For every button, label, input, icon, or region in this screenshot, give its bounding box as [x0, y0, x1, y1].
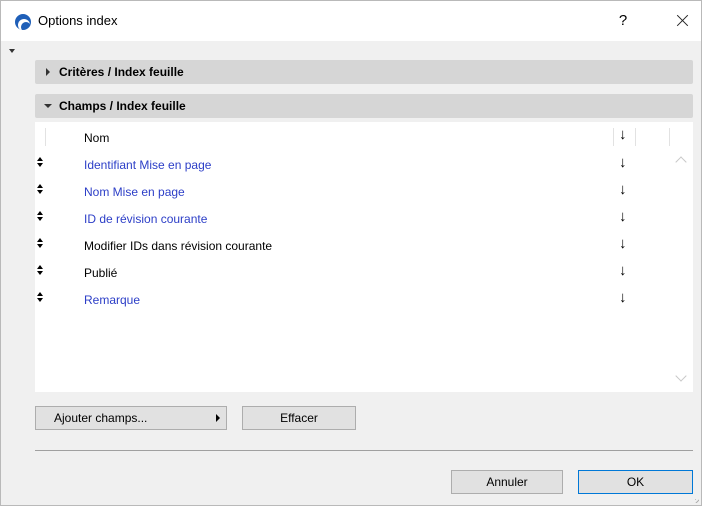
field-name: Nom Mise en page: [84, 185, 185, 199]
sort-arrow-icon[interactable]: ↓: [619, 154, 627, 171]
add-fields-label: Ajouter champs...: [54, 411, 148, 425]
list-item[interactable]: Nom Mise en page ↓: [35, 177, 671, 204]
column-divider: [669, 128, 670, 146]
sort-arrow-icon[interactable]: ↓: [619, 235, 627, 252]
ok-button[interactable]: OK: [578, 470, 693, 494]
list-item[interactable]: Identifiant Mise en page ↓: [35, 150, 671, 177]
fields-list[interactable]: Nom ↓ Identifiant Mise en page ↓ Nom Mis…: [35, 122, 693, 392]
title-bar: Options index ?: [1, 1, 701, 41]
section-criteria-label: Critères / Index feuille: [59, 65, 184, 79]
field-name: ID de révision courante: [84, 212, 208, 226]
field-name: Modifier IDs dans révision courante: [84, 239, 273, 253]
field-name: Identifiant Mise en page: [84, 158, 212, 172]
window-title: Options index: [38, 13, 118, 28]
sort-arrow-icon[interactable]: ↓: [619, 289, 627, 306]
column-header-name[interactable]: Nom: [84, 131, 109, 145]
scroll-down-icon[interactable]: [675, 370, 687, 382]
sort-arrow-icon[interactable]: ↓: [619, 262, 627, 279]
list-header: Nom ↓: [35, 126, 671, 146]
field-name: Publié: [84, 266, 118, 280]
drag-handle-icon[interactable]: [37, 157, 45, 169]
drag-handle-icon[interactable]: [37, 292, 45, 304]
sort-arrow-icon[interactable]: ↓: [619, 181, 627, 198]
field-name: Remarque: [84, 293, 141, 307]
drag-handle-icon[interactable]: [37, 238, 45, 250]
section-fields-header[interactable]: Champs / Index feuille: [35, 94, 693, 118]
column-header-sort[interactable]: ↓: [619, 126, 627, 143]
submenu-arrow-icon: [216, 414, 220, 422]
scroll-up-icon[interactable]: [675, 156, 687, 168]
list-item[interactable]: ID de révision courante ↓: [35, 204, 671, 231]
sort-arrow-icon[interactable]: ↓: [619, 208, 627, 225]
column-divider: [613, 128, 614, 146]
archicad-app-icon: [15, 14, 31, 30]
collapse-arrow-icon: [44, 104, 52, 108]
options-index-dialog: Options index ? Critères / Index feuille…: [0, 0, 702, 506]
column-divider: [635, 128, 636, 146]
divider: [35, 450, 693, 451]
column-divider: [45, 128, 46, 146]
help-button[interactable]: ?: [609, 9, 637, 33]
close-icon[interactable]: [665, 7, 699, 35]
expand-arrow-icon: [46, 68, 50, 76]
panel-menu-arrow-icon[interactable]: [9, 49, 15, 53]
resize-grip-icon[interactable]: [695, 499, 699, 503]
section-fields-label: Champs / Index feuille: [59, 99, 186, 113]
clear-button[interactable]: Effacer: [242, 406, 356, 430]
section-criteria-header[interactable]: Critères / Index feuille: [35, 60, 693, 84]
add-fields-button[interactable]: Ajouter champs...: [35, 406, 227, 430]
cancel-button[interactable]: Annuler: [451, 470, 563, 494]
drag-handle-icon[interactable]: [37, 265, 45, 277]
list-item[interactable]: Modifier IDs dans révision courante ↓: [35, 231, 671, 258]
drag-handle-icon[interactable]: [37, 184, 45, 196]
drag-handle-icon[interactable]: [37, 211, 45, 223]
list-item[interactable]: Publié ↓: [35, 258, 671, 285]
list-item[interactable]: Remarque ↓: [35, 285, 671, 312]
